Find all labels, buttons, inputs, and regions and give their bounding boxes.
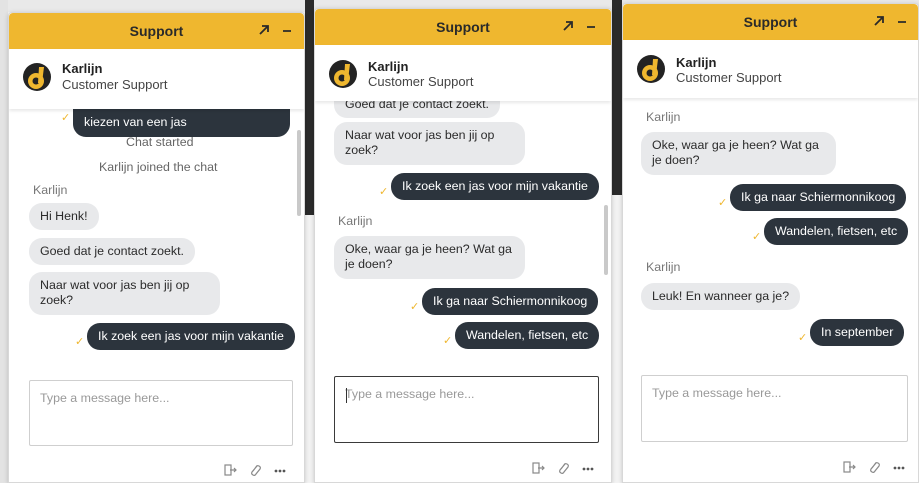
agent-role: Customer Support bbox=[368, 74, 474, 89]
agent-role: Customer Support bbox=[676, 70, 782, 85]
sender-label: Karlijn bbox=[338, 214, 373, 228]
message-input[interactable] bbox=[641, 375, 908, 442]
avatar bbox=[637, 55, 665, 83]
agent-name: Karlijn bbox=[368, 59, 409, 74]
agent-bar: Karlijn Customer Support bbox=[623, 40, 918, 98]
avatar bbox=[23, 63, 51, 91]
sender-label: Karlijn bbox=[646, 110, 681, 124]
message-line: Oke, waar ga je heen? Wat ga bbox=[345, 242, 512, 256]
avatar-logo-icon bbox=[642, 59, 658, 81]
minimize-icon[interactable] bbox=[280, 23, 294, 37]
message-input[interactable] bbox=[334, 376, 599, 443]
chat-widget-1: Support Karlijn Customer Support kiezen … bbox=[8, 12, 305, 483]
message-list[interactable]: Karlijn Oke, waar ga je heen? Wat ga je … bbox=[623, 98, 918, 366]
logout-icon[interactable] bbox=[842, 460, 856, 474]
ellipsis-icon[interactable] bbox=[892, 460, 906, 474]
message-list[interactable]: kiezen van een jas ✓ Chat started Karlij… bbox=[9, 109, 304, 367]
footer-toolbar bbox=[842, 460, 912, 476]
incoming-message: Oke, waar ga je heen? Wat ga je doen? bbox=[641, 132, 836, 175]
minimize-icon[interactable] bbox=[895, 14, 909, 28]
background-dark-area bbox=[0, 0, 8, 483]
scrollbar[interactable] bbox=[297, 130, 301, 216]
popout-arrow-icon[interactable] bbox=[257, 23, 271, 37]
logout-icon[interactable] bbox=[223, 463, 237, 477]
scrollbar[interactable] bbox=[604, 205, 608, 275]
popout-arrow-icon[interactable] bbox=[872, 14, 886, 28]
incoming-message: Goed dat je contact zoekt. bbox=[334, 101, 500, 118]
incoming-message: Hi Henk! bbox=[29, 203, 99, 230]
popout-arrow-icon[interactable] bbox=[561, 19, 575, 33]
background-dark-area bbox=[305, 0, 314, 215]
chat-widget-2: Support Karlijn Customer Support Goed da… bbox=[314, 8, 612, 483]
check-icon: ✓ bbox=[718, 197, 728, 209]
agent-bar: Karlijn Customer Support bbox=[9, 49, 304, 109]
footer-toolbar bbox=[531, 461, 601, 477]
avatar-logo-icon bbox=[28, 67, 44, 89]
outgoing-message: Ik zoek een jas voor mijn vakantie bbox=[391, 173, 599, 200]
avatar-logo-icon bbox=[334, 64, 350, 86]
agent-name: Karlijn bbox=[62, 61, 103, 76]
check-icon: ✓ bbox=[443, 335, 453, 347]
check-icon: ✓ bbox=[752, 231, 762, 243]
outgoing-message: Ik ga naar Schiermonnikoog bbox=[422, 288, 599, 315]
sender-label: Karlijn bbox=[33, 183, 68, 197]
paperclip-icon[interactable] bbox=[248, 463, 262, 477]
minimize-icon[interactable] bbox=[584, 19, 598, 33]
incoming-message: Naar wat voor jas ben jij op zoek? bbox=[334, 122, 525, 165]
incoming-message: Oke, waar ga je heen? Wat ga je doen? bbox=[334, 236, 525, 279]
message-list[interactable]: Goed dat je contact zoekt. Naar wat voor… bbox=[315, 101, 611, 363]
text-cursor bbox=[346, 388, 347, 403]
paperclip-icon[interactable] bbox=[867, 460, 881, 474]
outgoing-message: In september bbox=[810, 319, 905, 346]
system-message: Karlijn joined the chat bbox=[99, 160, 218, 174]
paperclip-icon[interactable] bbox=[556, 461, 570, 475]
incoming-message: Leuk! En wanneer ga je? bbox=[641, 283, 801, 310]
message-line: zoek? bbox=[40, 293, 74, 307]
outgoing-message: Ik zoek een jas voor mijn vakantie bbox=[87, 323, 295, 350]
outgoing-message: Ik ga naar Schiermonnikoog bbox=[730, 184, 907, 211]
check-icon: ✓ bbox=[798, 332, 808, 344]
message-input[interactable] bbox=[29, 380, 293, 446]
incoming-message: Goed dat je contact zoekt. bbox=[29, 238, 195, 265]
incoming-message: Naar wat voor jas ben jij op zoek? bbox=[29, 272, 220, 315]
background-dark-area bbox=[612, 0, 622, 195]
message-line: Oke, waar ga je heen? Wat ga bbox=[652, 138, 819, 152]
sender-label: Karlijn bbox=[646, 260, 681, 274]
message-line: zoek? bbox=[345, 143, 379, 157]
ellipsis-icon[interactable] bbox=[581, 461, 595, 475]
message-line: Naar wat voor jas ben jij op bbox=[345, 128, 495, 142]
message-line: je doen? bbox=[652, 153, 700, 167]
agent-name: Karlijn bbox=[676, 55, 717, 70]
outgoing-message: Wandelen, fietsen, etc bbox=[764, 218, 909, 245]
check-icon: ✓ bbox=[379, 186, 389, 198]
footer-toolbar bbox=[223, 463, 293, 479]
check-icon: ✓ bbox=[410, 301, 420, 313]
check-icon: ✓ bbox=[61, 112, 71, 124]
avatar bbox=[329, 60, 357, 88]
logout-icon[interactable] bbox=[531, 461, 545, 475]
system-message: Chat started bbox=[126, 135, 194, 149]
outgoing-message: kiezen van een jas bbox=[73, 109, 290, 137]
message-line: je doen? bbox=[345, 257, 393, 271]
chat-widget-3: Support Karlijn Customer Support Karlijn… bbox=[622, 3, 919, 483]
message-line: Naar wat voor jas ben jij op bbox=[40, 278, 190, 292]
ellipsis-icon[interactable] bbox=[273, 463, 287, 477]
agent-bar: Karlijn Customer Support bbox=[315, 45, 611, 101]
agent-role: Customer Support bbox=[62, 77, 168, 92]
outgoing-message: Wandelen, fietsen, etc bbox=[455, 322, 600, 349]
check-icon: ✓ bbox=[75, 336, 85, 348]
